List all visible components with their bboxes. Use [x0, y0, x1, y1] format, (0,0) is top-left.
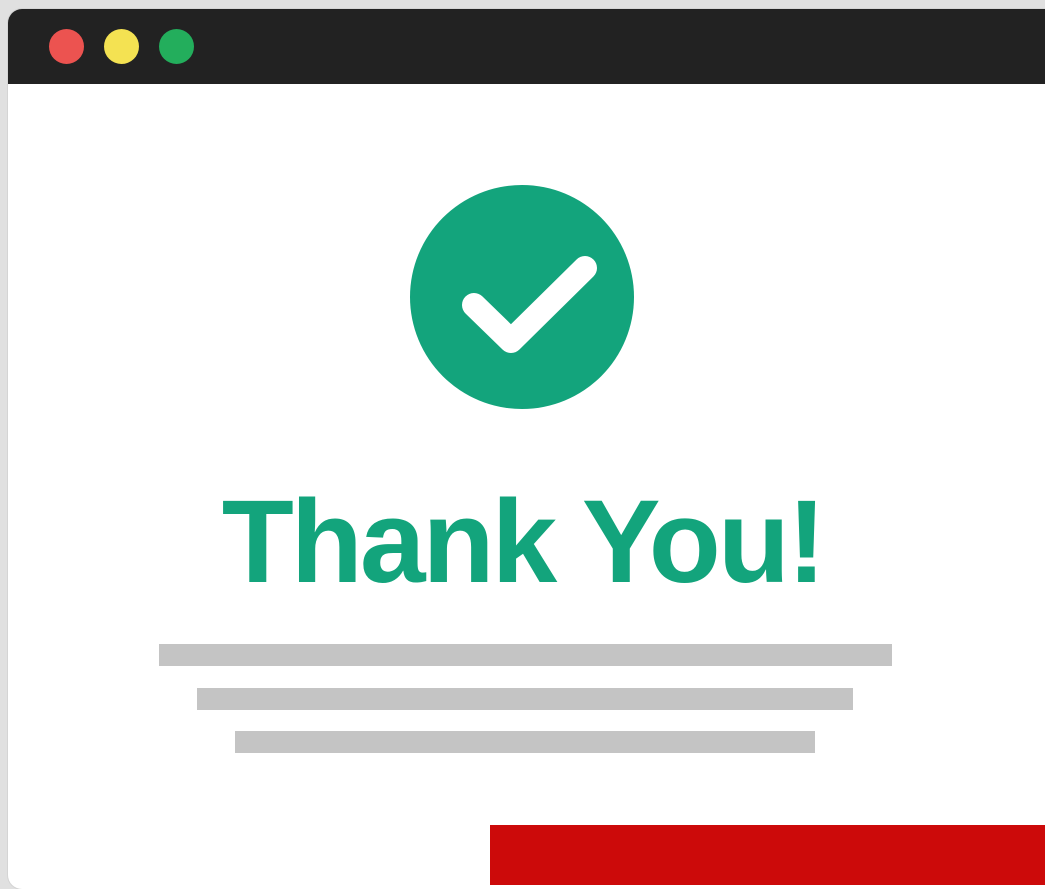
maximize-button[interactable] [159, 29, 194, 64]
close-button[interactable] [49, 29, 84, 64]
text-placeholder-line [235, 731, 815, 753]
text-placeholder-line [159, 644, 892, 666]
minimize-button[interactable] [104, 29, 139, 64]
page-title: Thank You! [221, 476, 827, 608]
cta-banner[interactable] [490, 825, 1045, 885]
title-bar [8, 9, 1045, 84]
checkmark-circle-icon [410, 185, 634, 409]
check-circle [410, 185, 634, 409]
browser-window [8, 9, 1045, 889]
text-placeholder-line [197, 688, 853, 710]
